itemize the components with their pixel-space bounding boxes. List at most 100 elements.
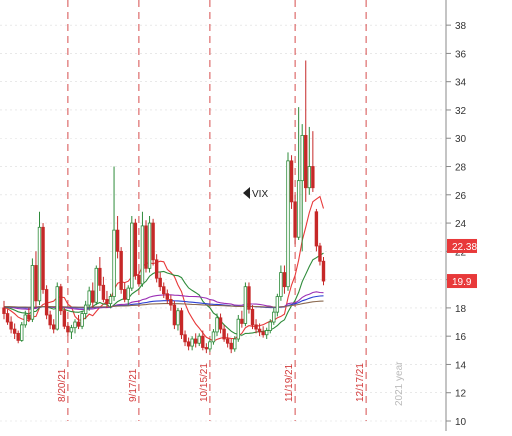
grid <box>0 24 445 422</box>
candle-body <box>289 160 294 203</box>
candle-body <box>307 166 311 189</box>
candle-body <box>20 324 24 341</box>
candle-body <box>296 180 301 238</box>
candle-body <box>108 296 113 305</box>
candle-body <box>257 328 262 333</box>
candle-body <box>272 311 276 323</box>
candle-body <box>23 314 27 326</box>
candle-body <box>300 135 304 182</box>
price-tick-label: 10 <box>455 417 467 428</box>
price-tick-label: 24 <box>455 219 467 230</box>
candle-body <box>254 324 258 330</box>
price-tick-label: 12 <box>455 389 467 400</box>
candle-body <box>30 265 35 320</box>
price-tick-label: 32 <box>455 106 467 117</box>
candle-body <box>190 338 194 347</box>
candle-body <box>94 267 98 303</box>
candle-body <box>105 299 109 305</box>
candle-body <box>229 342 233 350</box>
candle-body <box>52 324 56 330</box>
candle-body <box>261 331 265 336</box>
candle-body <box>321 260 326 282</box>
candle-body <box>87 290 91 306</box>
candle-body <box>279 272 283 297</box>
candle-body <box>225 338 230 344</box>
year-label: 2021 year <box>394 361 405 406</box>
candle-body <box>318 245 322 262</box>
symbol-marker[interactable]: VIX <box>243 187 268 200</box>
candle-body <box>137 274 141 285</box>
candle-body <box>243 286 248 324</box>
candle-body <box>186 341 191 347</box>
candle-body <box>98 267 102 286</box>
candle-body <box>147 222 152 269</box>
candle-body <box>314 211 319 247</box>
candle-body <box>140 225 145 285</box>
candle-body <box>80 313 84 327</box>
price-tick-label: 28 <box>455 163 467 174</box>
candle-body <box>69 327 74 333</box>
candle-body <box>233 338 237 350</box>
candle-body <box>169 299 173 306</box>
symbol-label: VIX <box>252 189 268 200</box>
candle-body <box>293 201 297 238</box>
candle-body <box>16 332 20 341</box>
candle-body <box>112 229 116 297</box>
date-label: 12/17/21 <box>355 363 366 402</box>
candle-body <box>41 226 45 290</box>
date-separator-lines <box>67 0 367 421</box>
candle-body <box>83 304 88 314</box>
candle-body <box>204 347 209 350</box>
candle-body <box>44 289 49 316</box>
candle-body <box>179 310 184 336</box>
candle-body <box>12 328 17 334</box>
date-labels: 8/20/21 9/17/21 10/15/21 11/19/21 12/17/21 20… <box>57 361 405 406</box>
candle-body <box>165 293 169 300</box>
candle-body <box>193 338 198 344</box>
candle-body <box>275 296 280 313</box>
date-label: 8/20/21 <box>57 368 68 402</box>
candle-body <box>211 331 216 343</box>
candle-body <box>222 328 226 340</box>
moving-average-line <box>3 195 325 342</box>
candle-body <box>62 310 67 327</box>
candle-body <box>119 250 123 290</box>
candle-body <box>247 286 251 310</box>
candle-body <box>172 304 177 326</box>
candle-body <box>158 277 162 288</box>
candle-body <box>201 335 205 348</box>
candle-body <box>48 314 52 326</box>
moving-averages <box>3 195 325 342</box>
candle-body <box>183 334 187 343</box>
candle-body <box>208 341 212 350</box>
candle-body <box>76 321 81 327</box>
candle-body <box>55 286 59 330</box>
price-tags: 22.38 19.9 <box>447 238 477 289</box>
candle-body <box>91 290 95 303</box>
candle-body <box>250 308 255 326</box>
candle-body <box>5 313 10 323</box>
candle-body <box>34 265 38 302</box>
price-tick-label: 34 <box>455 78 467 89</box>
candle-body <box>2 307 6 314</box>
candle-body <box>218 317 223 330</box>
candle-body <box>144 225 148 269</box>
candle-body <box>9 321 13 330</box>
candle-body <box>304 135 308 189</box>
price-tag-label: 19.9 <box>452 277 472 288</box>
price-tick-label: 14 <box>455 360 467 371</box>
candle-body <box>282 272 287 288</box>
candle-body <box>264 330 269 336</box>
price-tick-label: 26 <box>455 191 467 202</box>
candle-body <box>123 289 127 300</box>
candle-body <box>66 325 70 333</box>
date-label: 10/15/21 <box>199 363 210 402</box>
candles <box>2 60 326 354</box>
candle-body <box>133 222 138 276</box>
candle-body <box>130 222 134 289</box>
price-tick-label: 18 <box>455 304 467 315</box>
candle-body <box>268 321 272 331</box>
candle-body <box>126 287 130 300</box>
candle-body <box>162 286 166 295</box>
date-label: 11/19/21 <box>284 363 295 402</box>
